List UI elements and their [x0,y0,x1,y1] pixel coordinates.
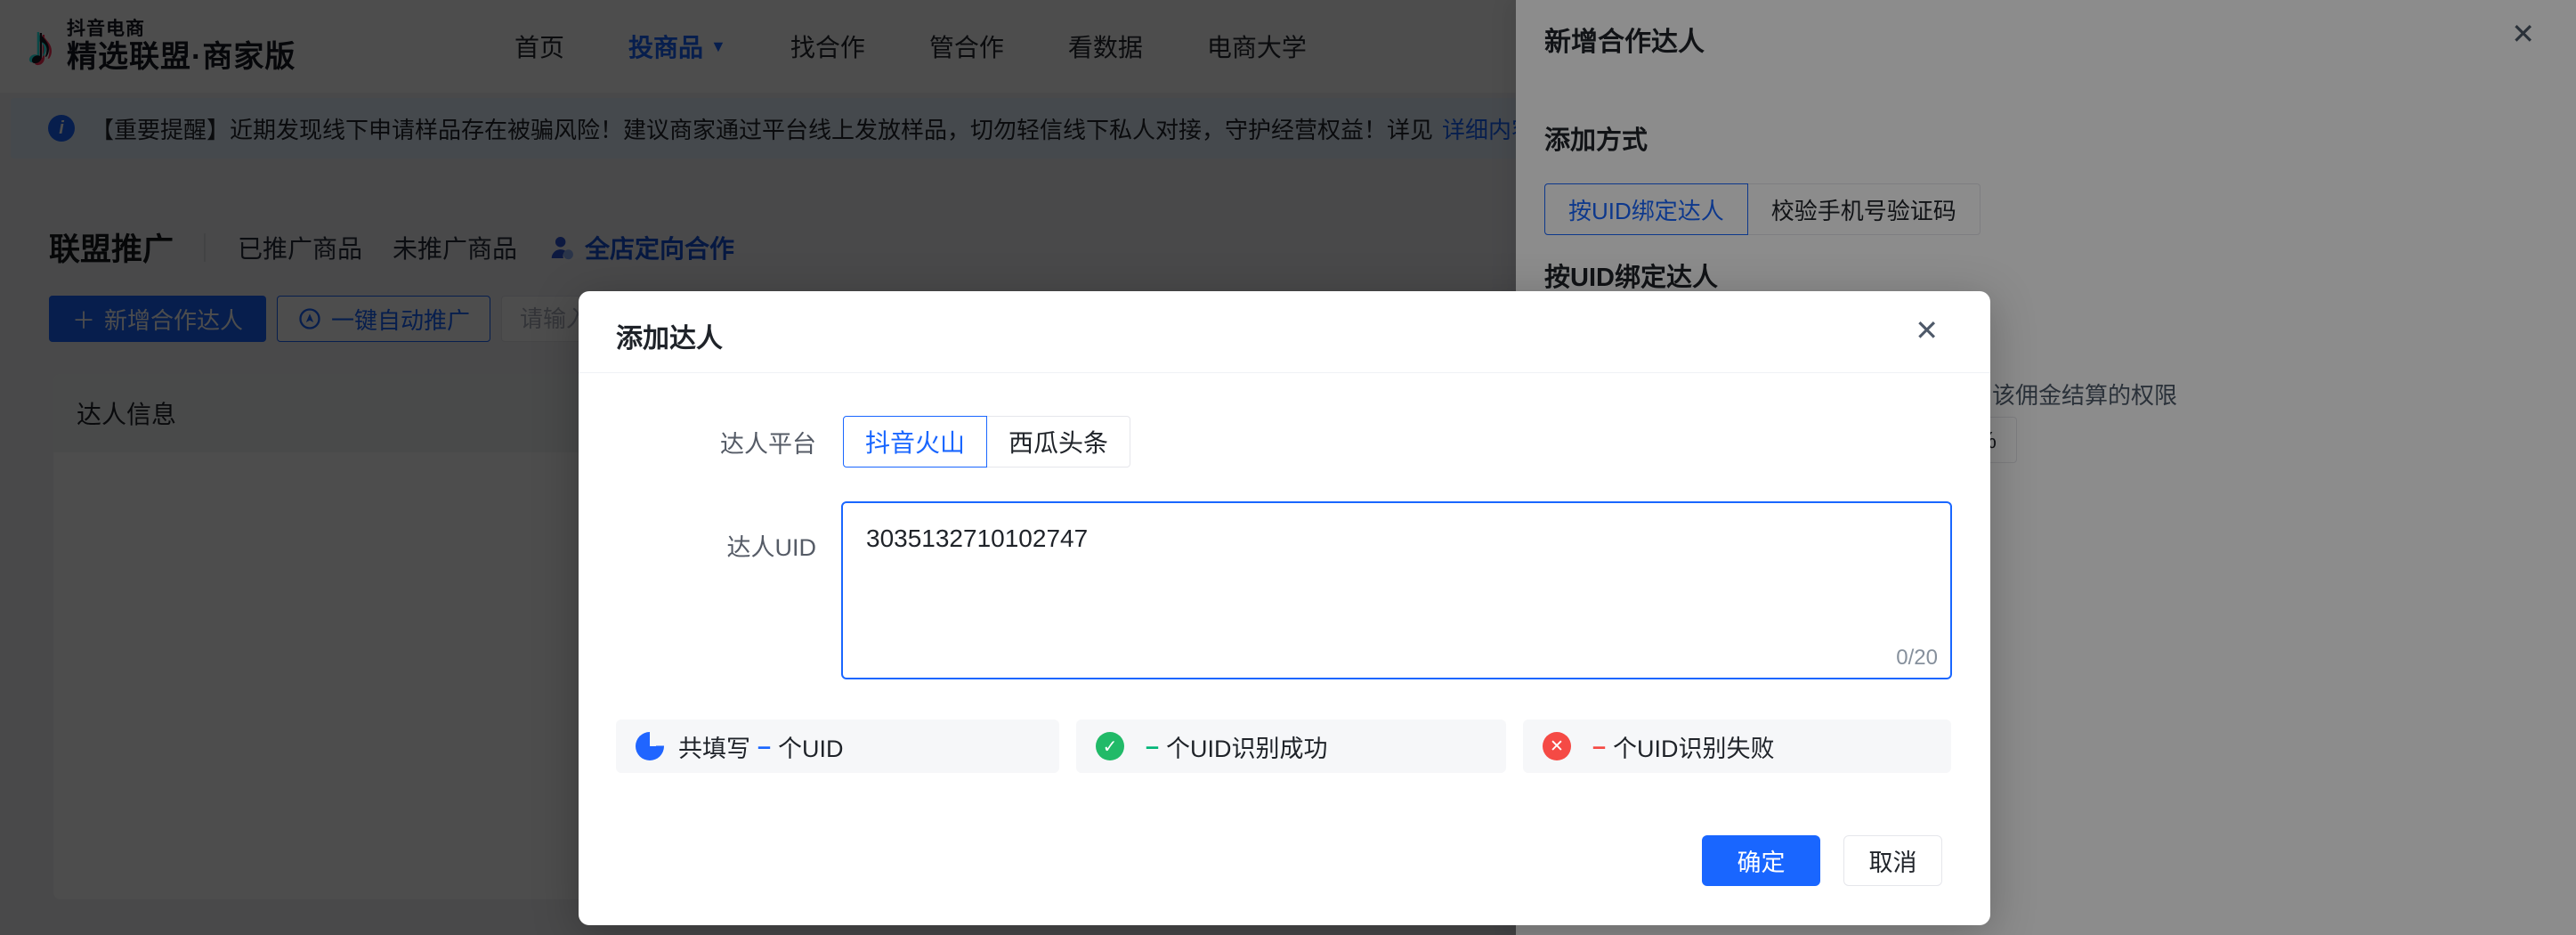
platform-tabs: 抖音火山 西瓜头条 [843,416,1130,467]
modal-footer: 确定 取消 [1702,835,1942,886]
uid-label: 达人UID [579,501,816,563]
cancel-button[interactable]: 取消 [1843,835,1942,886]
uid-stats-row: 共填写 – 个UID ✓ – 个UID识别成功 ✕ – 个UID识别失败 [616,720,1951,773]
uid-textarea[interactable]: 3035132710102747 [841,501,1952,679]
stat-recognize-success: ✓ – 个UID识别成功 [1076,720,1506,773]
stat-recognize-fail: ✕ – 个UID识别失败 [1523,720,1951,773]
platform-tab-douyin-huoshan[interactable]: 抖音火山 [843,416,987,467]
screen: ♪ 抖音电商 精选联盟·商家版 首页 投商品 ▼ 找合作 管合作 看数据 电商大… [0,0,2576,935]
uid-char-counter: 0/20 [1896,646,1938,671]
modal-header: 添加达人 ✕ [579,291,1990,373]
stat-success-value: – [1146,733,1159,760]
confirm-button[interactable]: 确定 [1702,835,1820,886]
uid-input-wrapper: 3035132710102747 0/20 [841,501,1952,679]
modal-close-icon[interactable]: ✕ [1915,316,1939,345]
uid-row: 达人UID 3035132710102747 0/20 [579,501,1952,679]
modal-title: 添加达人 [616,316,723,355]
platform-label: 达人平台 [579,425,816,459]
stat-total-filled: 共填写 – 个UID [616,720,1059,773]
platform-tab-xigua-toutiao[interactable]: 西瓜头条 [986,416,1130,467]
stat-total-value: – [757,733,771,760]
platform-row: 达人平台 抖音火山 西瓜头条 [579,416,1130,467]
check-circle-icon: ✓ [1096,732,1124,760]
stat-fail-value: – [1592,733,1606,760]
pie-chart-icon [636,732,664,760]
add-talent-modal: 添加达人 ✕ 达人平台 抖音火山 西瓜头条 达人UID 303513271010… [579,291,1990,925]
error-circle-icon: ✕ [1543,732,1571,760]
